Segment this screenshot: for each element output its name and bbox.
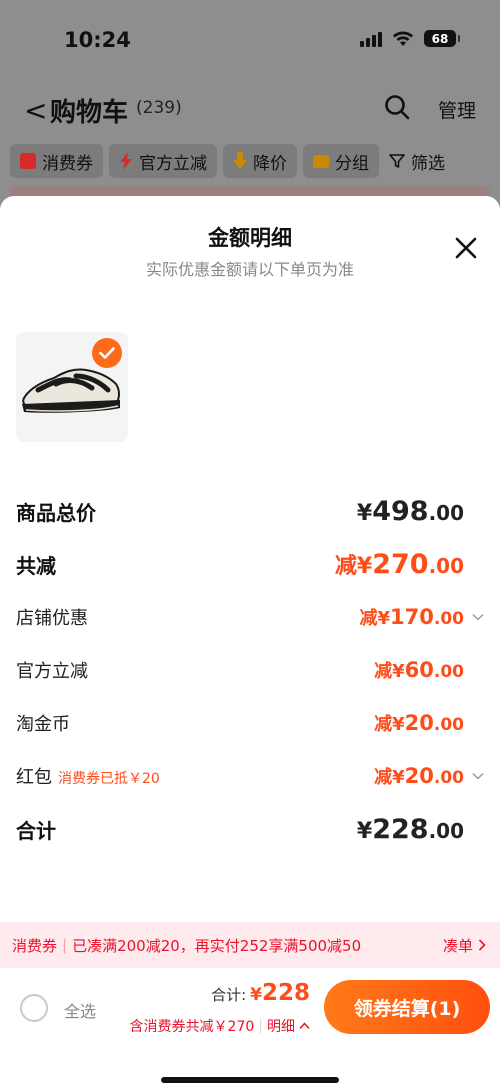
lightning-icon xyxy=(120,152,132,170)
filter-label: 官方立减 xyxy=(139,153,207,174)
total-reduction-row: 共减 减¥ 270 .00 xyxy=(16,548,484,580)
battery-icon: 68 xyxy=(424,30,460,47)
manage-button[interactable]: 管理 xyxy=(438,96,476,123)
filter-label: 筛选 xyxy=(411,153,445,174)
selected-checkmark-icon[interactable] xyxy=(92,338,122,368)
chevron-up-icon[interactable] xyxy=(299,1022,310,1030)
chevron-right-icon xyxy=(478,939,486,951)
add-items-link[interactable]: 凑单 xyxy=(443,935,486,956)
goods-total-label: 商品总价 xyxy=(16,501,96,525)
home-indicator xyxy=(161,1077,339,1083)
sum-value: ¥ 228 .00 xyxy=(356,814,464,845)
shop-discount-label: 店铺优惠 xyxy=(16,608,88,629)
taojinbi-value: 减¥ 20 .00 xyxy=(374,711,464,735)
arrow-down-icon xyxy=(233,152,247,169)
filter-label: 降价 xyxy=(253,153,287,174)
cart-count: (239) xyxy=(136,98,182,118)
promo-divider: | xyxy=(62,936,68,954)
coupon-promo-bar[interactable]: 消费券 | 已凑满200减20，再实付252享满500减50 凑单 xyxy=(0,922,500,968)
wifi-icon xyxy=(393,31,413,46)
total-reduction-label: 共减 xyxy=(16,553,56,578)
goods-total-value: ¥ 498 .00 xyxy=(356,496,464,527)
cellular-signal-icon xyxy=(360,31,382,47)
status-time: 10:24 xyxy=(64,28,131,52)
total-amount: 合计: ¥228 xyxy=(211,980,310,1006)
total-reduction-value: 减¥ 270 .00 xyxy=(334,549,464,580)
taojinbi-label: 淘金币 xyxy=(16,714,70,735)
discount-summary-text: 含消费券共减￥270 xyxy=(129,1019,255,1035)
amount-detail-sheet: 金额明细 实际优惠金额请以下单页为准 商品总价 ¥ 498 .00 共减 减¥ … xyxy=(0,196,500,1087)
filter-bar: 消费券 官方立减 降价 分组 筛选 xyxy=(0,144,500,180)
filter-coupon[interactable]: 消费券 xyxy=(10,144,103,178)
filter-price-drop[interactable]: 降价 xyxy=(223,144,297,178)
promo-text: 已凑满200减20，再实付252享满500减50 xyxy=(72,936,362,955)
filter-icon xyxy=(389,154,405,168)
select-all-label[interactable]: 全选 xyxy=(64,998,96,1022)
summary-divider: | xyxy=(258,1018,263,1034)
discount-summary: 含消费券共减￥270 | 明细 xyxy=(130,1016,310,1036)
official-discount-label: 官方立减 xyxy=(16,661,88,682)
taojinbi-row: 淘金币 减¥ 20 .00 xyxy=(16,710,484,736)
folder-icon xyxy=(313,154,329,168)
page-title: 购物车 xyxy=(50,98,129,128)
sheet-title: 金额明细 xyxy=(208,226,292,250)
cart-header: < 购物车 (239) 管理 xyxy=(0,80,500,136)
filter-label: 消费券 xyxy=(42,153,93,174)
red-packet-row[interactable]: 红包 消费券已抵￥20 减¥ 20 .00 xyxy=(16,763,484,789)
select-all-radio[interactable] xyxy=(20,994,48,1022)
status-bar: 10:24 68 xyxy=(0,0,500,80)
red-packet-label: 红包 消费券已抵￥20 xyxy=(16,767,160,788)
shop-discount-value: 减¥ 170 .00 xyxy=(360,604,485,630)
checkout-bar: 全选 合计: ¥228 含消费券共减￥270 | 明细 领券结算(1) xyxy=(0,968,500,1087)
checkout-button[interactable]: 领券结算(1) xyxy=(324,980,490,1034)
back-button[interactable]: < xyxy=(24,94,47,127)
total-label: 合计: xyxy=(211,986,247,1004)
filter-screen[interactable]: 筛选 xyxy=(385,144,449,178)
chevron-down-icon[interactable] xyxy=(472,772,484,780)
official-discount-value: 减¥ 60 .00 xyxy=(374,658,464,682)
sheet-subtitle: 实际优惠金额请以下单页为准 xyxy=(145,260,354,279)
official-discount-row: 官方立减 减¥ 60 .00 xyxy=(16,657,484,683)
filter-group[interactable]: 分组 xyxy=(303,144,379,178)
chevron-down-icon[interactable] xyxy=(472,613,484,621)
sum-row: 合计 ¥ 228 .00 xyxy=(16,814,484,845)
filter-official-discount[interactable]: 官方立减 xyxy=(109,144,217,178)
total-value: ¥228 xyxy=(250,980,310,1006)
detail-toggle[interactable]: 明细 xyxy=(267,1016,295,1036)
goods-total-row: 商品总价 ¥ 498 .00 xyxy=(16,496,484,527)
close-icon[interactable] xyxy=(452,234,480,262)
search-icon[interactable] xyxy=(384,94,410,120)
status-icons: 68 xyxy=(360,30,460,47)
filter-label: 分组 xyxy=(335,153,369,174)
sum-label: 合计 xyxy=(16,819,56,843)
red-packet-note: 消费券已抵￥20 xyxy=(58,771,160,787)
coupon-icon xyxy=(20,153,36,169)
red-packet-value: 减¥ 20 .00 xyxy=(374,763,484,789)
shop-discount-row[interactable]: 店铺优惠 减¥ 170 .00 xyxy=(16,604,484,630)
promo-tag: 消费券 xyxy=(12,936,58,955)
